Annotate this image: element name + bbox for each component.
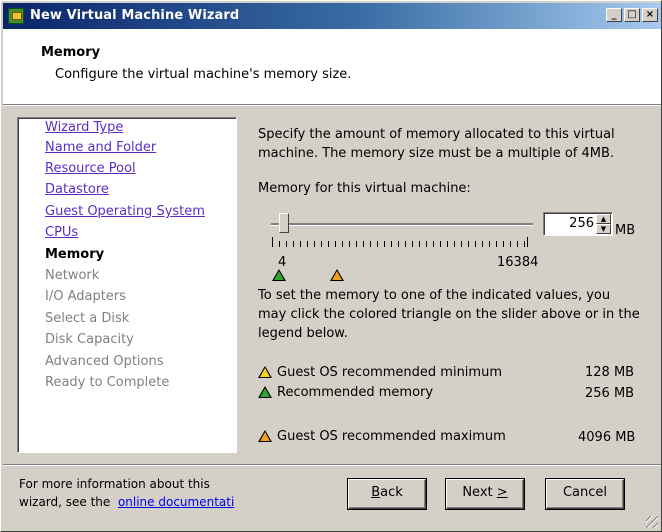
memory-slider-thumb[interactable] — [279, 213, 289, 233]
memory-slider-track[interactable] — [271, 223, 533, 226]
footer-help-line-1: For more information about this — [19, 477, 210, 491]
hint-text-line-1: To set the memory to one of the indicate… — [258, 288, 611, 303]
memory-spinbox[interactable]: 256 ▲ ▼ — [543, 212, 613, 236]
minimize-button[interactable]: _ — [606, 8, 622, 22]
next-label: Next — [462, 485, 493, 500]
back-button[interactable]: Back — [348, 479, 426, 509]
legend-recommended-label: Recommended memory — [277, 385, 434, 400]
step-select-a-disk: Select a Disk — [45, 311, 130, 326]
step-io-adapters: I/O Adapters — [45, 289, 126, 304]
memory-unit-label: MB — [615, 223, 636, 238]
step-ready-to-complete: Ready to Complete — [45, 375, 170, 390]
spin-up-icon: ▲ — [600, 215, 607, 223]
online-documentation-link[interactable]: online documentati — [118, 495, 234, 509]
wizard-steps-panel: Wizard Type Name and Folder Resource Poo… — [17, 117, 237, 453]
page-subtitle: Configure the virtual machine's memory s… — [55, 67, 352, 82]
legend-minimum-value: 128 MB — [585, 365, 635, 380]
title-bar[interactable]: New Virtual Machine Wizard _ □ × — [3, 3, 661, 29]
close-icon: × — [645, 9, 655, 20]
legend-maximum-triangle-icon[interactable] — [258, 430, 272, 442]
step-network: Network — [45, 268, 100, 283]
slider-ticks — [272, 237, 528, 247]
legend-minimum-triangle-icon[interactable] — [258, 366, 272, 378]
step-datastore[interactable]: Datastore — [45, 182, 109, 197]
next-button[interactable]: Next > — [446, 479, 524, 509]
header-divider — [3, 105, 661, 106]
footer-help-line-2: wizard, see the online documentati — [19, 493, 234, 511]
step-memory: Memory — [45, 247, 105, 262]
wizard-window: New Virtual Machine Wizard _ □ × Memory … — [0, 0, 662, 532]
page-title: Memory — [41, 45, 101, 60]
close-button[interactable]: × — [642, 8, 658, 22]
legend-minimum-label: Guest OS recommended minimum — [277, 365, 502, 380]
hint-text-line-3: legend below. — [258, 326, 348, 341]
legend-recommended-triangle-icon[interactable] — [258, 386, 272, 398]
step-advanced-options: Advanced Options — [45, 354, 164, 369]
footer-divider-highlight — [3, 465, 661, 466]
memory-size-input[interactable]: 256 — [544, 216, 594, 231]
step-disk-capacity: Disk Capacity — [45, 332, 134, 347]
slider-max-label: 16384 — [497, 255, 539, 270]
legend-recommended-value: 256 MB — [585, 386, 635, 401]
hint-text-line-2: may click the colored triangle on the sl… — [258, 307, 640, 322]
window-title: New Virtual Machine Wizard — [30, 8, 240, 23]
maximize-icon: □ — [627, 9, 637, 20]
legend-maximum-value: 4096 MB — [578, 430, 636, 445]
intro-text-line-1: Specify the amount of memory allocated t… — [258, 127, 615, 142]
spin-down-button[interactable]: ▼ — [596, 224, 611, 234]
intro-text-line-2: machine. The memory size must be a multi… — [258, 146, 615, 161]
wizard-header: Memory Configure the virtual machine's m… — [3, 29, 661, 105]
step-cpus[interactable]: CPUs — [45, 225, 78, 240]
maximum-marker-orange-triangle[interactable] — [330, 269, 344, 281]
minimize-icon: _ — [611, 9, 617, 20]
recommended-marker-green-triangle[interactable] — [272, 269, 286, 281]
step-wizard-type[interactable]: Wizard Type — [45, 120, 123, 135]
legend-maximum-label: Guest OS recommended maximum — [277, 429, 506, 444]
memory-label: Memory for this virtual machine: — [258, 181, 471, 196]
back-mnemonic: B — [371, 485, 381, 500]
cancel-button[interactable]: Cancel — [546, 479, 624, 509]
maximize-button[interactable]: □ — [624, 8, 640, 22]
spin-up-button[interactable]: ▲ — [596, 214, 611, 224]
vm-wizard-icon — [8, 8, 24, 24]
cancel-label: Cancel — [562, 485, 608, 500]
resize-grip-icon[interactable] — [646, 516, 658, 528]
step-guest-operating-system[interactable]: Guest Operating System — [45, 204, 205, 219]
footer-help-text: For more information about this wizard, … — [19, 475, 234, 511]
spin-down-icon: ▼ — [600, 225, 607, 233]
footer-help-prefix: wizard, see the — [19, 495, 111, 509]
next-mnemonic: > — [496, 485, 508, 500]
back-label-rest: ack — [380, 485, 403, 500]
step-name-and-folder[interactable]: Name and Folder — [45, 140, 156, 155]
step-resource-pool[interactable]: Resource Pool — [45, 161, 136, 176]
